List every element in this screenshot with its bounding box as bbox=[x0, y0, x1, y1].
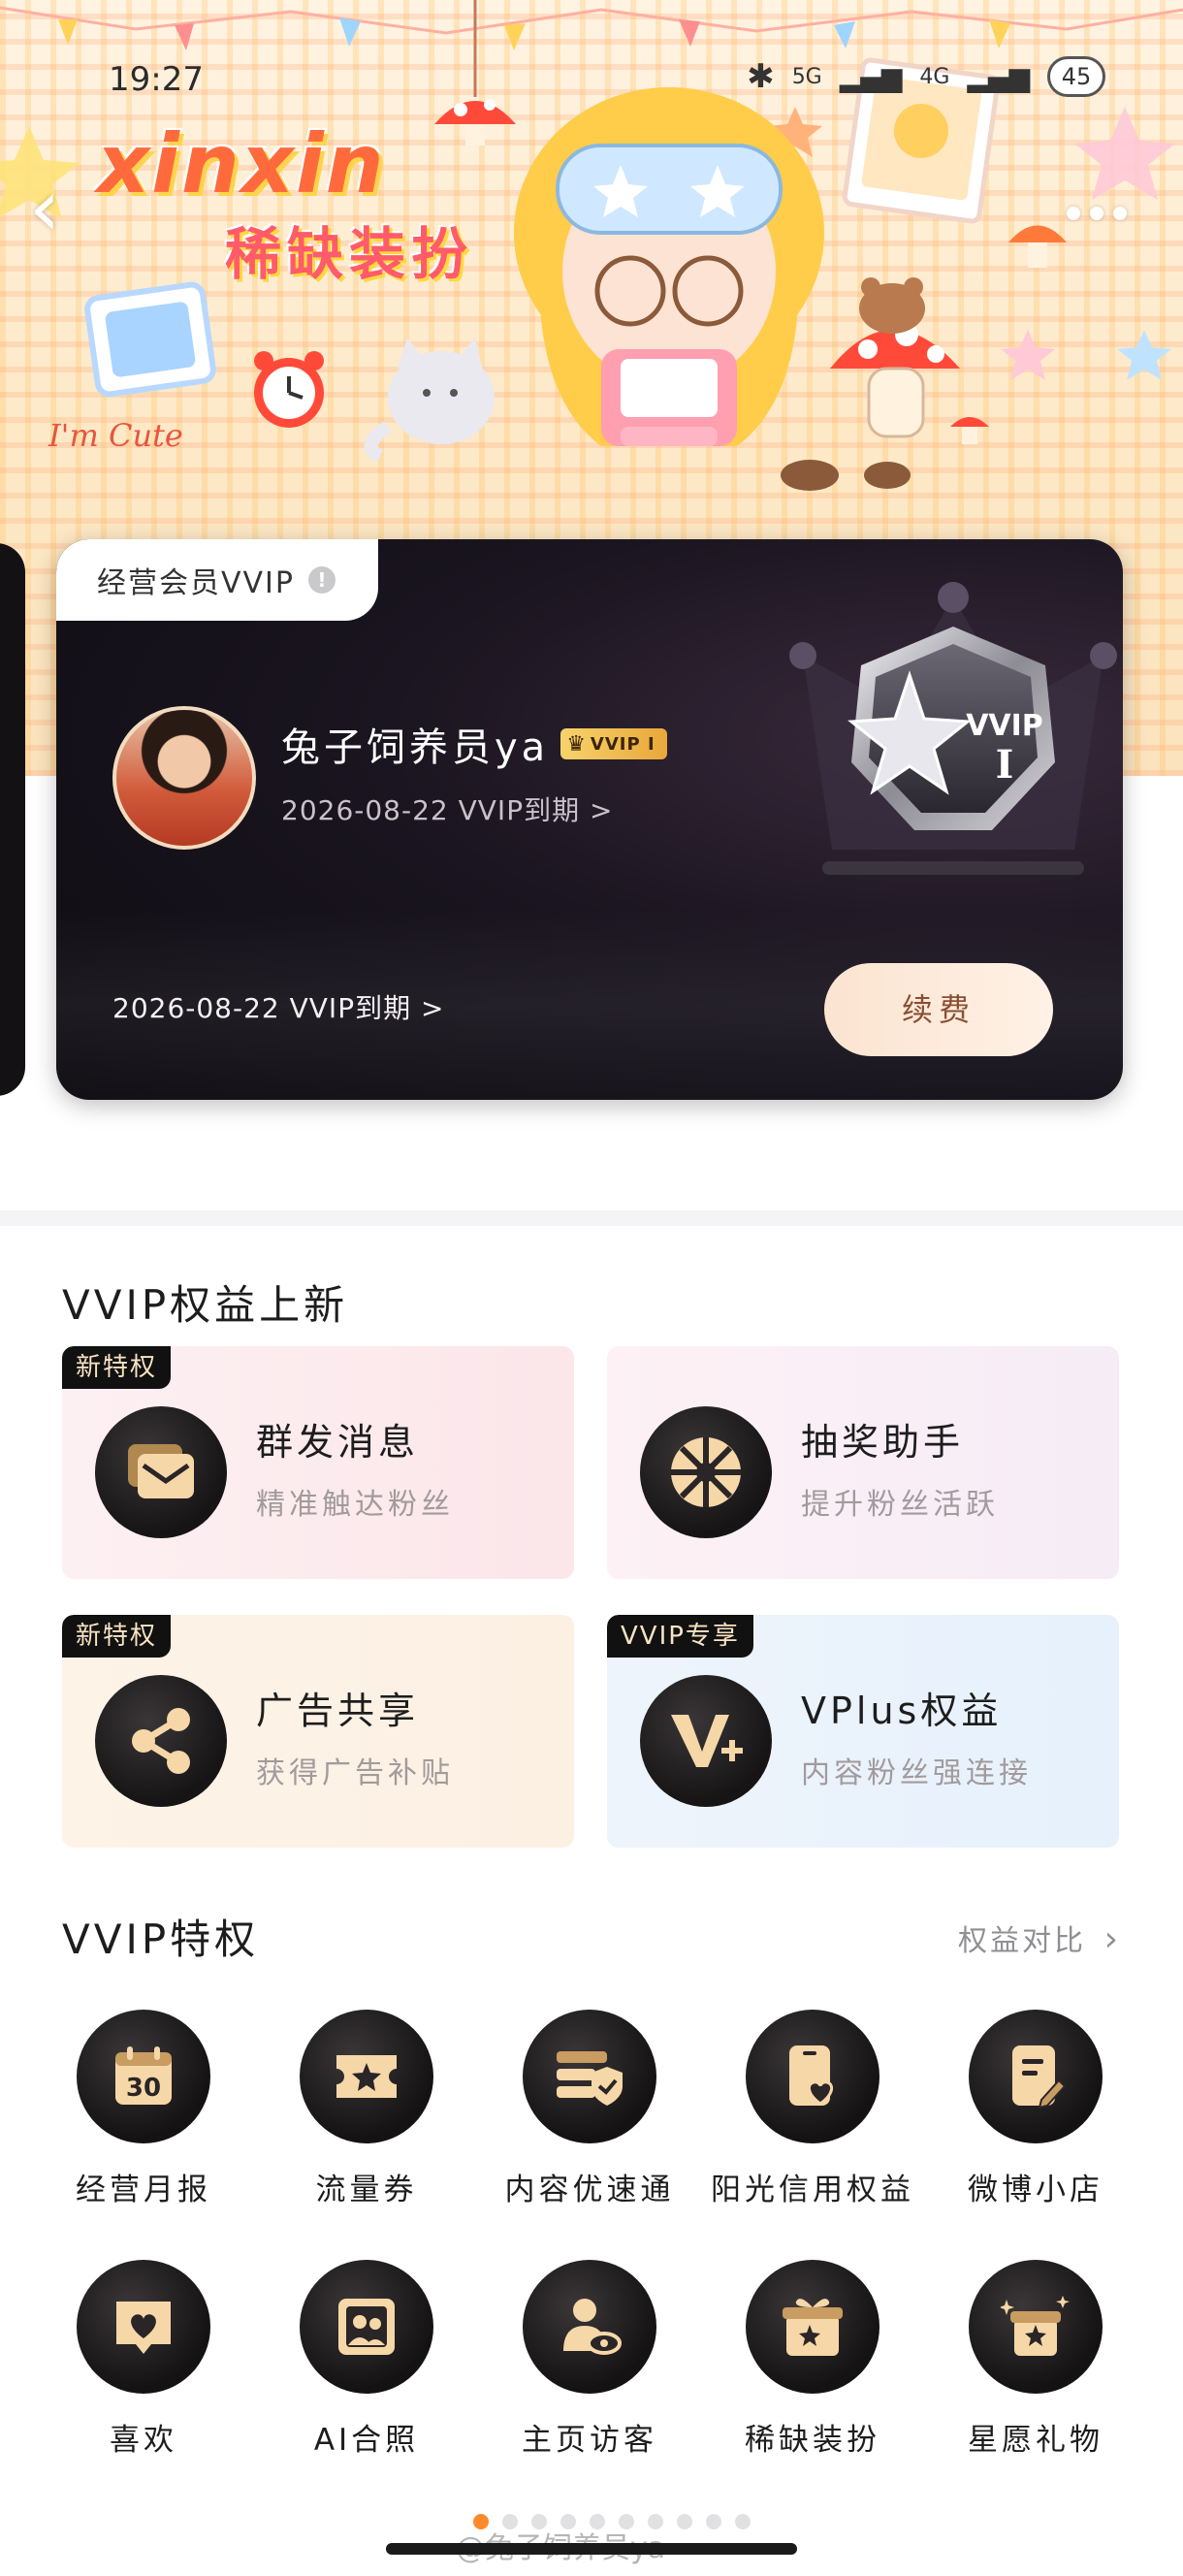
new-benefits-title: VVIP权益上新 bbox=[62, 1281, 349, 1329]
benefit-tag: VVIP专享 bbox=[607, 1615, 753, 1658]
benefit-tag: 新特权 bbox=[62, 1615, 172, 1658]
emblem-text: VVIP bbox=[966, 709, 1043, 743]
username-row: 兔子饲养员ya ♛ VVIP I bbox=[281, 716, 667, 772]
back-icon[interactable]: ‹ bbox=[29, 170, 87, 247]
info-icon[interactable]: ! bbox=[307, 566, 336, 594]
vip-tab[interactable]: 经营会员VVIP ! bbox=[56, 539, 378, 621]
benefit-title: 抽奖助手 bbox=[801, 1421, 965, 1464]
lottery-wheel-icon bbox=[640, 1406, 772, 1538]
share-icon bbox=[95, 1675, 227, 1807]
privilege-label: AI合照 bbox=[313, 2423, 420, 2458]
vip-membership-card: 经营会员VVIP ! 兔子饲养员ya ♛ VVIP I 2026-08-22 V… bbox=[56, 539, 1123, 1100]
visitor-icon bbox=[523, 2260, 656, 2394]
vip-level-badge: ♛ VVIP I bbox=[560, 728, 667, 759]
banner-cute-text: I'm Cute bbox=[48, 417, 183, 454]
privilege-label: 稀缺装扮 bbox=[745, 2423, 880, 2458]
vplus-icon bbox=[640, 1675, 772, 1807]
chevron-right-icon: › bbox=[1103, 1919, 1121, 1959]
privilege-wish-gift[interactable]: 星愿礼物 bbox=[924, 2260, 1147, 2473]
shop-note-icon bbox=[969, 2010, 1103, 2143]
benefit-title: 广告共享 bbox=[256, 1690, 420, 1732]
privilege-weibo-shop[interactable]: 微博小店 bbox=[924, 2010, 1147, 2223]
privilege-rare-dressup[interactable]: 稀缺装扮 bbox=[701, 2260, 924, 2473]
privilege-label: 喜欢 bbox=[110, 2423, 177, 2458]
signal-4g: 4G bbox=[919, 64, 950, 89]
privilege-content-boost[interactable]: 内容优速通 bbox=[478, 2010, 701, 2223]
expire-date-top[interactable]: 2026-08-22 VVIP到期 > bbox=[281, 789, 613, 828]
benefit-card-vplus[interactable]: VVIP专享 VPlus权益 内容粉丝强连接 bbox=[607, 1615, 1119, 1848]
signal-5g: 5G bbox=[791, 64, 822, 89]
page-dot bbox=[735, 2514, 751, 2529]
privileges-title: VVIP特权 bbox=[62, 1916, 260, 1963]
benefit-card-ad-share[interactable]: 新特权 广告共享 获得广告补贴 bbox=[62, 1615, 574, 1848]
more-icon[interactable] bbox=[1043, 189, 1150, 238]
compare-link[interactable]: 权益对比 › bbox=[958, 1916, 1121, 1959]
signal-bars-icon: ▂▄▆ bbox=[839, 60, 903, 93]
status-icons: ✱ 5G ▂▄▆ 4G ▂▄▆ 45 bbox=[747, 56, 1105, 97]
bluetooth-icon: ✱ bbox=[747, 57, 775, 96]
benefit-desc: 获得广告补贴 bbox=[256, 1756, 454, 1790]
message-icon bbox=[95, 1406, 227, 1538]
emblem-level: I bbox=[996, 742, 1014, 788]
privilege-label: 主页访客 bbox=[522, 2423, 657, 2458]
calendar-icon: 30 bbox=[77, 2010, 210, 2143]
status-time: 19:27 bbox=[109, 60, 204, 99]
heart-icon bbox=[77, 2260, 210, 2394]
home-indicator[interactable] bbox=[386, 2543, 797, 2555]
crown-icon: ♛ bbox=[566, 731, 587, 757]
benefit-card-mass-message[interactable]: 新特权 群发消息 精准触达粉丝 bbox=[62, 1346, 574, 1579]
expire-date-bottom[interactable]: 2026-08-22 VVIP到期 > bbox=[112, 987, 444, 1026]
shield-list-icon bbox=[523, 2010, 656, 2143]
vvip-emblem-icon: VVIP I bbox=[789, 582, 1117, 875]
brand-logo-text: xinxin bbox=[97, 116, 386, 211]
vip-level-label: VVIP I bbox=[590, 733, 655, 755]
privilege-label: 星愿礼物 bbox=[968, 2423, 1103, 2458]
status-bar: 19:27 ✱ 5G ▂▄▆ 4G ▂▄▆ 45 bbox=[0, 50, 1183, 109]
privilege-sunshine-credit[interactable]: 阳光信用权益 bbox=[701, 2010, 924, 2223]
privilege-label: 经营月报 bbox=[76, 2173, 211, 2207]
section-divider bbox=[0, 1210, 1183, 1226]
privilege-label: 微博小店 bbox=[968, 2173, 1103, 2207]
privilege-monthly-report[interactable]: 30 经营月报 bbox=[32, 2010, 255, 2223]
gift-box-icon bbox=[746, 2260, 879, 2394]
privilege-label: 内容优速通 bbox=[504, 2173, 675, 2207]
privilege-traffic-coupon[interactable]: 流量券 bbox=[255, 2010, 478, 2223]
benefit-card-lottery[interactable]: 抽奖助手 提升粉丝活跃 bbox=[607, 1346, 1119, 1579]
username: 兔子饲养员ya bbox=[281, 725, 550, 770]
ticket-icon bbox=[300, 2010, 433, 2143]
vip-tab-label: 经营会员VVIP bbox=[97, 566, 295, 600]
privilege-ai-photo[interactable]: AI合照 bbox=[255, 2260, 478, 2473]
benefit-desc: 内容粉丝强连接 bbox=[801, 1756, 1032, 1790]
battery-icon: 45 bbox=[1047, 56, 1105, 97]
photo-icon bbox=[300, 2260, 433, 2394]
calendar-number: 30 bbox=[126, 2074, 161, 2103]
privilege-label: 阳光信用权益 bbox=[711, 2173, 914, 2207]
benefit-desc: 精准触达粉丝 bbox=[256, 1488, 454, 1522]
banner-subtitle: 稀缺装扮 bbox=[225, 221, 474, 287]
wifi-icon: ▂▄▆ bbox=[967, 60, 1030, 93]
previous-card-edge[interactable] bbox=[0, 543, 25, 1096]
page-dot bbox=[706, 2514, 721, 2529]
compare-link-label: 权益对比 bbox=[958, 1924, 1087, 1958]
benefit-desc: 提升粉丝活跃 bbox=[801, 1488, 999, 1522]
benefit-tag: 新特权 bbox=[62, 1346, 172, 1389]
renew-button[interactable]: 续费 bbox=[824, 963, 1053, 1056]
page-dot bbox=[677, 2514, 692, 2529]
star-gift-icon bbox=[969, 2260, 1103, 2394]
privilege-home-visitors[interactable]: 主页访客 bbox=[478, 2260, 701, 2473]
benefit-title: 群发消息 bbox=[256, 1421, 420, 1464]
privilege-label: 流量券 bbox=[315, 2173, 418, 2207]
credit-heart-icon bbox=[746, 2010, 879, 2143]
benefit-title: VPlus权益 bbox=[801, 1690, 1003, 1732]
privilege-like[interactable]: 喜欢 bbox=[32, 2260, 255, 2473]
avatar[interactable] bbox=[112, 706, 256, 850]
